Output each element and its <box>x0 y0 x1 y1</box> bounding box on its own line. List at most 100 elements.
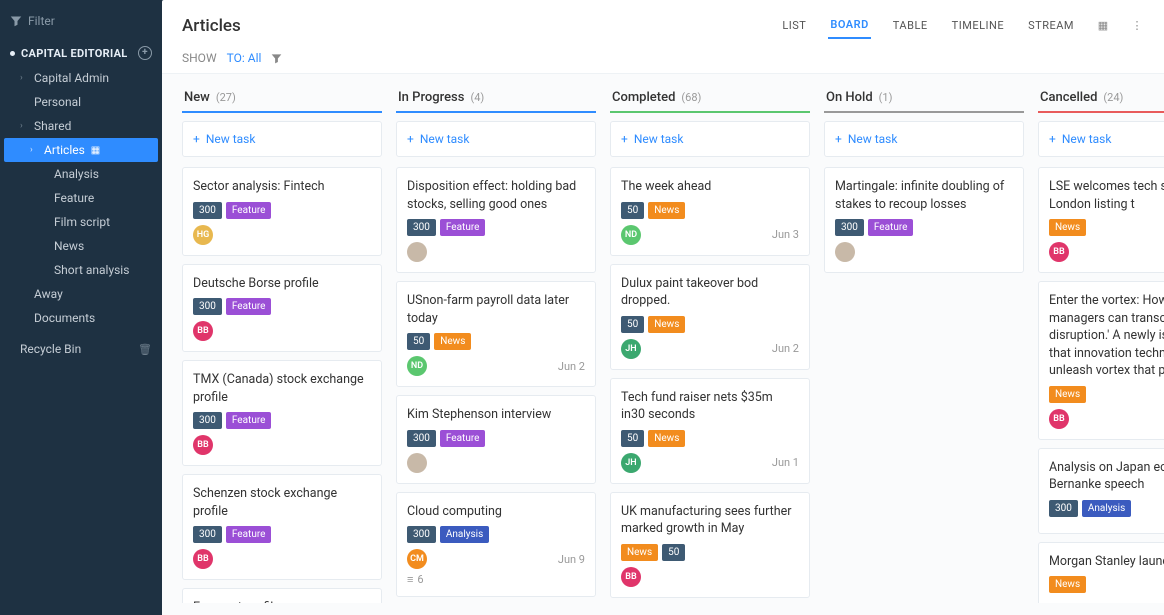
view-board[interactable]: BOARD <box>828 12 870 39</box>
plus-icon: + <box>1049 132 1056 146</box>
task-card[interactable]: Analysis on Japan econ off Bernanke spee… <box>1038 448 1164 534</box>
column-name: Completed <box>612 90 675 105</box>
tag-news: News <box>648 316 685 333</box>
tag-news: News <box>648 202 685 219</box>
new-task-button[interactable]: + New task <box>824 121 1024 157</box>
card-footer: NDJun 2 <box>407 356 585 376</box>
sidebar-item-film-script[interactable]: Film script <box>0 210 162 234</box>
task-card[interactable]: TMX (Canada) stock exchange profile300Fe… <box>182 360 382 466</box>
tag-news: News <box>1049 219 1086 236</box>
sidebar-item-short-analysis[interactable]: Short analysis <box>0 258 162 282</box>
sidebar-item-documents[interactable]: Documents <box>0 306 162 330</box>
more-icon[interactable]: ⋮ <box>1130 19 1144 33</box>
board: New(27) + New task Sector analysis: Fintech… <box>162 74 1164 615</box>
card-footer: NDJun 3 <box>621 225 799 245</box>
tag-feature: Feature <box>868 219 914 236</box>
tag-300: 300 <box>835 219 864 236</box>
tag-news: News <box>648 430 685 447</box>
tag-row: News <box>1049 219 1164 236</box>
view-list[interactable]: LIST <box>780 13 808 38</box>
tag-feature: Feature <box>226 412 272 429</box>
new-task-label: New task <box>848 132 898 146</box>
new-task-button[interactable]: +New task <box>396 121 596 157</box>
column-cancel: Cancelled(24)+New taskLSE welcomes tech … <box>1038 86 1164 603</box>
card-title: Analysis on Japan econ off Bernanke spee… <box>1049 459 1164 494</box>
show-label[interactable]: SHOW <box>182 51 217 65</box>
tag-row: 50News <box>621 430 799 447</box>
column-header: New(27) <box>182 86 382 113</box>
task-card[interactable]: The week ahead50NewsNDJun 3 <box>610 167 810 256</box>
view-table[interactable]: TABLE <box>891 13 930 38</box>
filter-icon[interactable] <box>271 53 282 64</box>
task-card[interactable]: Martingale: infinite doubling of stakes … <box>824 167 1024 273</box>
sidebar-item-personal[interactable]: Personal <box>0 90 162 114</box>
tag-feature: Feature <box>440 430 486 447</box>
sidebar-item-articles[interactable]: ›Articles ▦ <box>4 138 158 162</box>
tag-300: 300 <box>407 526 436 543</box>
tag-300: 300 <box>407 219 436 236</box>
section-name: CAPITAL EDITORIAL <box>21 47 128 60</box>
tag-row: 300Feature <box>407 430 585 447</box>
plus-icon: + <box>621 132 628 146</box>
add-icon[interactable]: + <box>138 46 152 60</box>
tag-row: 300Feature <box>193 526 371 543</box>
task-card[interactable]: Euronext profile300FeatureBB <box>182 588 382 603</box>
recycle-bin[interactable]: Recycle Bin 🗑 <box>0 336 162 362</box>
tag-300: 300 <box>1049 500 1078 517</box>
task-card[interactable]: Dulux paint takeover bod dropped.50NewsJ… <box>610 264 810 370</box>
task-card[interactable]: Cloud computing300AnalysisCMJun 9≡ 6 <box>396 492 596 598</box>
sidebar-item-label: News <box>54 239 84 253</box>
tag-50: 50 <box>407 333 430 350</box>
avatar: JH <box>621 339 641 359</box>
task-card[interactable]: Tech fund raiser nets $35m in30 seconds 5… <box>610 378 810 484</box>
view-timeline[interactable]: TIMELINE <box>950 13 1006 38</box>
sidebar-item-label: Film script <box>54 215 110 229</box>
sidebar-item-analysis[interactable]: Analysis <box>0 162 162 186</box>
sidebar-item-away[interactable]: Away <box>0 282 162 306</box>
task-card[interactable]: LSE welcomes tech sto largest London lis… <box>1038 167 1164 273</box>
sidebar-item-shared[interactable]: ›Shared <box>0 114 162 138</box>
new-task-button[interactable]: +New task <box>610 121 810 157</box>
tag-row: 300Feature <box>193 298 371 315</box>
card-footer: HG <box>193 225 371 245</box>
task-card[interactable]: Sector analysis: Fintech300FeatureHG <box>182 167 382 256</box>
tag-feature: Feature <box>440 219 486 236</box>
task-card[interactable]: Kim Stephenson interview300Feature <box>396 395 596 484</box>
card-title: Deutsche Borse profile <box>193 275 371 293</box>
sidebar-item-label: Shared <box>34 119 71 133</box>
avatar: HG <box>193 225 213 245</box>
card-footer: JHJun 2 <box>621 339 799 359</box>
task-card[interactable]: Enter the vortex: How a managers can tra… <box>1038 281 1164 440</box>
tag-300: 300 <box>193 298 222 315</box>
card-title: Morgan Stanley launch PE fund <box>1049 553 1164 571</box>
all-label[interactable]: All <box>248 51 262 65</box>
card-footer: JHJun 1 <box>621 453 799 473</box>
sidebar-item-capital-admin[interactable]: ›Capital Admin <box>0 66 162 90</box>
sidebar-filter[interactable]: Filter <box>0 8 162 34</box>
task-card[interactable]: Deutsche Borse profile 300Feature BB <box>182 264 382 353</box>
avatar: BB <box>193 321 213 341</box>
card-date: Jun 3 <box>772 228 799 241</box>
card-title: Tech fund raiser nets $35m in30 seconds <box>621 389 799 424</box>
task-card[interactable]: Disposition effect: holding bad stocks, … <box>396 167 596 273</box>
new-task-button[interactable]: +New task <box>182 121 382 157</box>
tag-news: News <box>1049 576 1086 593</box>
sidebar-section-header[interactable]: CAPITAL EDITORIAL + <box>0 40 162 66</box>
topbar: Articles LISTBOARDTABLETIMELINESTREAM ▦ … <box>162 0 1164 43</box>
sidebar-item-feature[interactable]: Feature <box>0 186 162 210</box>
to-label[interactable]: TO: <box>227 51 245 65</box>
view-stream[interactable]: STREAM <box>1026 13 1076 38</box>
task-card[interactable]: Schenzen stock exchange profile300Featur… <box>182 474 382 580</box>
tag-news: News <box>434 333 471 350</box>
tag-analysis: Analysis <box>1082 500 1131 517</box>
tag-row: News <box>1049 576 1164 593</box>
sidebar-item-news[interactable]: News <box>0 234 162 258</box>
tag-50: 50 <box>662 544 685 561</box>
column-name: In Progress <box>398 90 464 105</box>
plus-icon: + <box>835 132 842 146</box>
task-card[interactable]: UK manufacturing sees further marked gro… <box>610 492 810 598</box>
task-card[interactable]: USnon-farm payroll data later today50New… <box>396 281 596 387</box>
grid-icon[interactable]: ▦ <box>1096 19 1110 33</box>
new-task-button[interactable]: +New task <box>1038 121 1164 157</box>
task-card[interactable]: Morgan Stanley launch PE fund News <box>1038 542 1164 604</box>
